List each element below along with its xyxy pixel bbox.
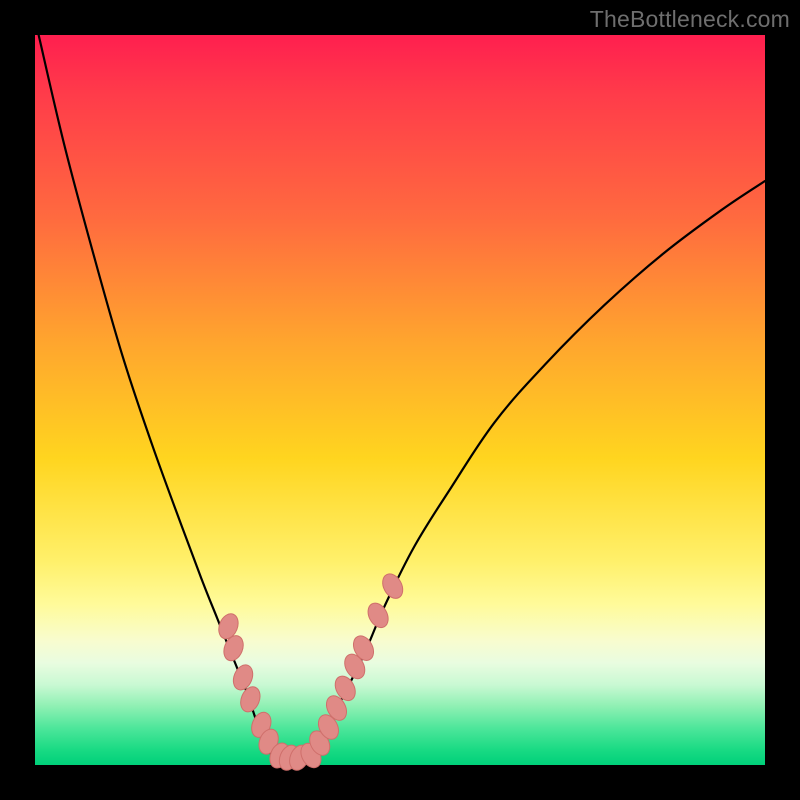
chart-overlay: [35, 35, 765, 765]
chart-frame: TheBottleneck.com: [0, 0, 800, 800]
watermark-label: TheBottleneck.com: [590, 6, 790, 33]
v-curve: [39, 35, 765, 760]
chart-curves: [39, 35, 765, 760]
curve-marker: [364, 600, 392, 631]
curve-marker: [379, 570, 407, 601]
chart-markers: [215, 570, 407, 773]
